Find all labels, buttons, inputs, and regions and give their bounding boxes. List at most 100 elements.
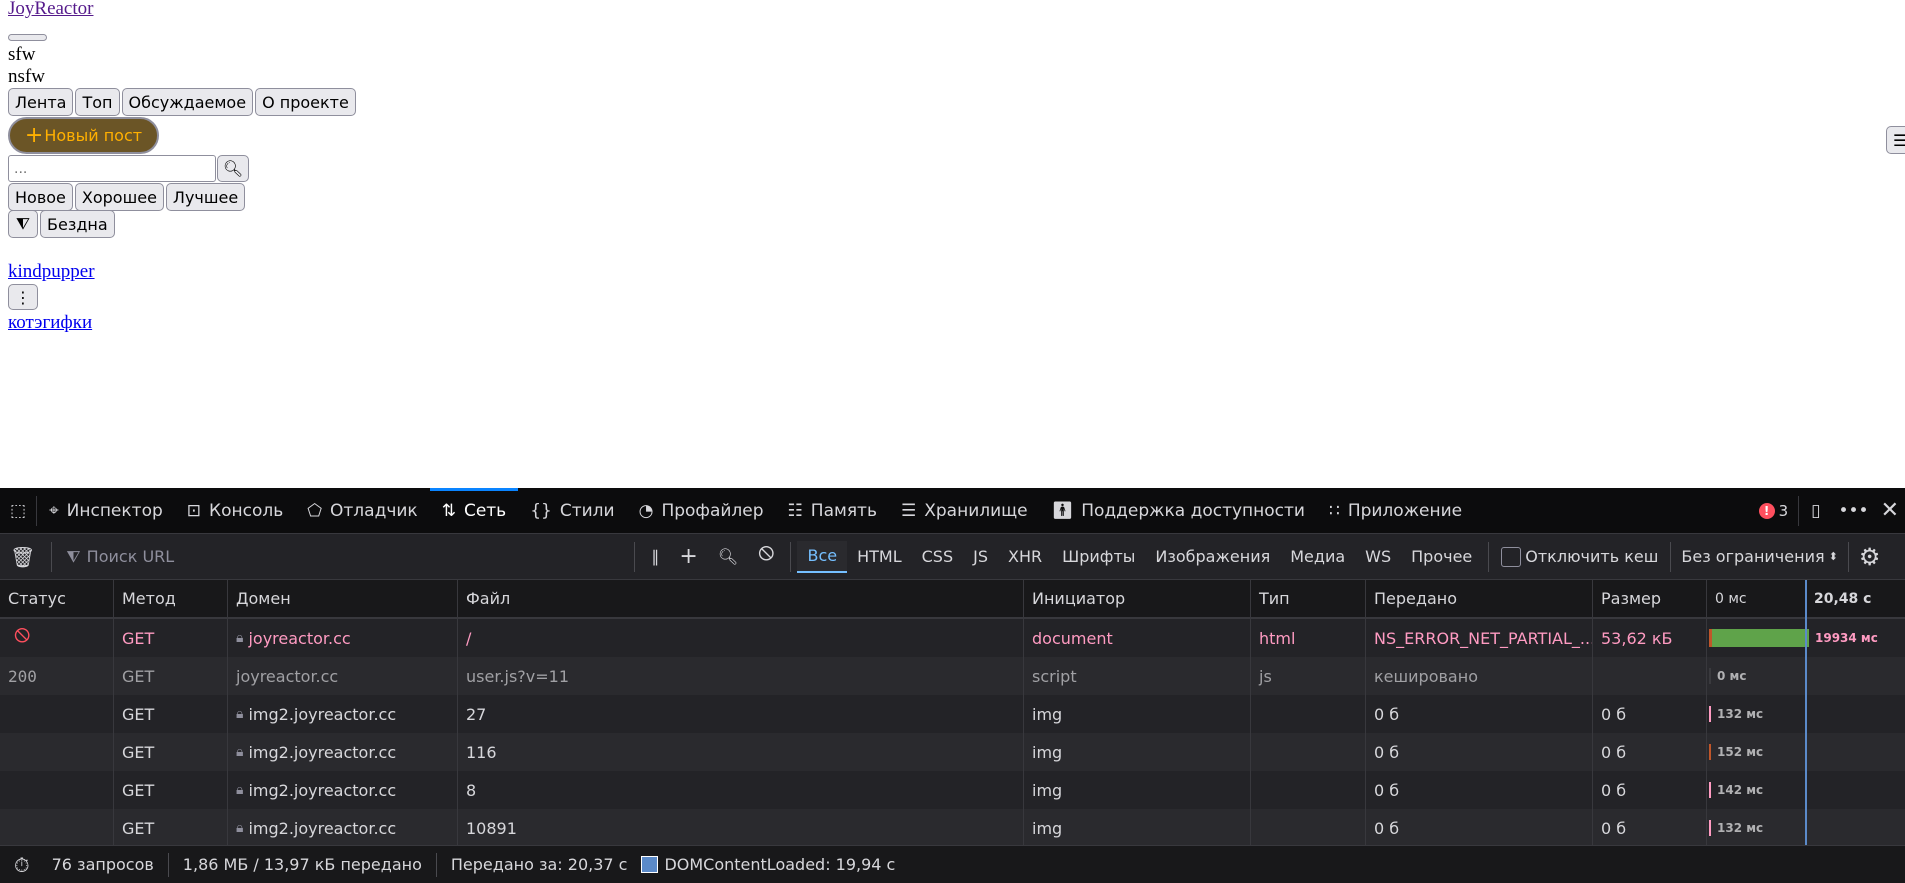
filter-images[interactable]: Изображения [1145, 541, 1280, 573]
new-post-button[interactable]: + Новый пост [8, 117, 159, 154]
col-method[interactable]: Метод [113, 580, 227, 617]
tab-application[interactable]: ∷ Приложение [1317, 488, 1474, 534]
trash-icon: 🗑︎ [10, 544, 36, 569]
pause-button[interactable]: ∥ [641, 541, 669, 573]
tab-accessibility[interactable]: 🚹︎ Поддержка доступности [1040, 488, 1317, 534]
cell-file: 8 [457, 771, 1023, 809]
responsive-mode-button[interactable]: ▯ [1799, 488, 1832, 534]
network-icon: ⇅ [441, 500, 456, 521]
col-domain[interactable]: Домен [227, 580, 457, 617]
nav-top-button[interactable]: Топ [75, 88, 120, 116]
settings-button[interactable]: ⚙ [1855, 541, 1885, 573]
request-row[interactable]: GET 🔒︎ img2.joyreactor.cc 10891 img 0 б0 б 132… [0, 809, 1905, 847]
cell-initiator: script [1023, 657, 1250, 695]
performance-button[interactable]: ⏱︎ [0, 853, 38, 877]
col-initiator[interactable]: Инициатор [1023, 580, 1250, 617]
cell-status: 200 [8, 666, 37, 686]
tab-profiler[interactable]: ◔ Профайлер [627, 488, 776, 534]
tab-memory[interactable]: ☷ Память [776, 488, 889, 534]
request-row[interactable]: 🛇︎ GET 🔒︎ joyreactor.cc / document html NS_ERRO… [0, 619, 1905, 657]
abyss-button[interactable]: Бездна [40, 210, 115, 238]
filter-fonts[interactable]: Шрифты [1052, 541, 1145, 573]
col-status[interactable]: Статус [0, 580, 113, 617]
cell-status: 🛇︎ [0, 619, 113, 657]
filter-all[interactable]: Все [797, 540, 848, 573]
error-count-badge[interactable]: ! 3 [1747, 495, 1800, 526]
search-input[interactable] [8, 155, 216, 182]
sort-tabs: Новое Хорошее Лучшее [8, 183, 246, 211]
tab-styles[interactable]: {} Стили [518, 488, 626, 534]
tab-network[interactable]: ⇅ Сеть [429, 487, 519, 534]
element-picker-button[interactable]: ⬚ [0, 495, 38, 526]
nsfw-label[interactable]: nsfw [8, 66, 45, 88]
nav-about-button[interactable]: О проекте [255, 88, 356, 116]
blocked-icon: 🛇︎ [14, 625, 31, 645]
cell-domain: 🔒︎ img2.joyreactor.cc [227, 809, 457, 847]
cell-file: 27 [457, 695, 1023, 733]
theme-toggle-button[interactable] [8, 34, 47, 41]
filter-css[interactable]: CSS [912, 541, 963, 573]
col-type[interactable]: Тип [1250, 580, 1365, 617]
nav-feed-button[interactable]: Лента [8, 88, 74, 116]
close-icon: ✕ [1880, 498, 1899, 523]
timing-bar [1709, 744, 1711, 760]
col-timeline-start[interactable]: 0 мс [1706, 580, 1806, 617]
cell-domain: 🔒︎ joyreactor.cc [227, 619, 457, 657]
request-row[interactable]: GET 🔒︎ img2.joyreactor.cc 8 img 0 б0 б 142 мс [0, 771, 1905, 809]
sfw-label[interactable]: sfw [8, 44, 35, 66]
cell-method: GET [113, 619, 227, 657]
close-devtools-button[interactable]: ✕ [1875, 488, 1905, 534]
cell-size: 0 б [1592, 733, 1706, 771]
add-request-button[interactable]: + [669, 541, 707, 573]
filter-html[interactable]: HTML [847, 541, 912, 573]
cell-file: 116 [457, 733, 1023, 771]
request-row[interactable]: GET 🔒︎ img2.joyreactor.cc 116 img 0 б0 б 152 м… [0, 733, 1905, 771]
url-filter-input[interactable]: ⧨ Поиск URL [58, 547, 628, 567]
tab-debugger[interactable]: ⬠ Отладчик [295, 488, 429, 534]
cell-method: GET [113, 695, 227, 733]
search-button[interactable]: 🔍︎ [708, 541, 748, 573]
user-link[interactable]: kindpupper [8, 261, 95, 283]
sort-best-button[interactable]: Лучшее [165, 183, 246, 211]
debugger-icon: ⬠ [307, 500, 323, 521]
cell-status [0, 695, 113, 733]
throttle-select[interactable]: Без ограничения ⬍ [1677, 541, 1841, 573]
cell-method: GET [113, 809, 227, 847]
cell-type: js [1250, 657, 1365, 695]
more-options-button[interactable]: ⋮ [8, 284, 38, 310]
site-logo-link[interactable]: JoyReactor [8, 0, 93, 20]
lock-icon: 🔒︎ [236, 744, 244, 760]
tab-console[interactable]: ⊡ Консоль [175, 488, 295, 534]
cell-type [1250, 809, 1365, 847]
more-menu-button[interactable]: ••• [1832, 488, 1874, 534]
filter-media[interactable]: Медиа [1280, 541, 1355, 573]
request-row[interactable]: GET 🔒︎ img2.joyreactor.cc 27 img 0 б0 б 132 мс [0, 695, 1905, 733]
block-button[interactable]: 🛇︎ [748, 541, 784, 573]
sort-good-button[interactable]: Хорошее [74, 183, 164, 211]
col-transferred[interactable]: Передано [1365, 580, 1592, 617]
cell-type [1250, 733, 1365, 771]
tab-storage[interactable]: ☰ Хранилище [889, 488, 1040, 534]
filter-xhr[interactable]: XHR [998, 541, 1052, 573]
filter-js[interactable]: JS [963, 541, 998, 573]
nav-discussed-button[interactable]: Обсуждаемое [121, 88, 254, 116]
filter-button[interactable]: ⧨ [8, 210, 38, 238]
col-file[interactable]: Файл [457, 580, 1023, 617]
sort-new-button[interactable]: Новое [8, 183, 73, 211]
picker-icon: ⬚ [10, 500, 27, 521]
menu-button[interactable]: ☰ [1886, 126, 1905, 154]
filter-other[interactable]: Прочее [1401, 541, 1482, 573]
col-timeline-end[interactable]: 20,48 с [1806, 580, 1905, 617]
cell-domain: 🔒︎ img2.joyreactor.cc [227, 733, 457, 771]
filter-ws[interactable]: WS [1355, 541, 1401, 573]
request-row[interactable]: 200 GET joyreactor.cc user.js?v=11 script js к… [0, 657, 1905, 695]
timing-bar [1709, 668, 1711, 684]
disable-cache-checkbox[interactable]: Отключить кеш [1495, 541, 1664, 573]
tab-inspector[interactable]: ⌖ Инспектор [37, 488, 175, 534]
timing-label: 0 мс [1717, 669, 1747, 683]
col-size[interactable]: Размер [1592, 580, 1706, 617]
search-button[interactable]: 🔍︎ [217, 155, 249, 182]
clear-button[interactable]: 🗑︎ [0, 541, 45, 573]
cell-size [1592, 657, 1706, 695]
tag-link[interactable]: котэгифки [8, 312, 92, 334]
